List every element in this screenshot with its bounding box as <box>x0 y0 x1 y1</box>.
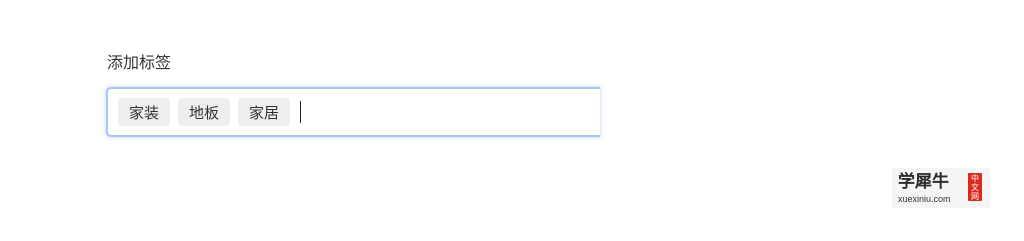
tag-chip[interactable]: 家装 <box>118 98 171 126</box>
watermark-domain: xuexiniu.com <box>898 194 951 204</box>
seal-char: 文 <box>971 182 979 192</box>
watermark-seal: 中 文 网 <box>968 173 982 201</box>
site-watermark-logo: 学犀牛 中 文 网 xuexiniu.com <box>892 168 990 208</box>
tag-chip[interactable]: 家居 <box>238 98 291 126</box>
tag-chip[interactable]: 地板 <box>178 98 231 126</box>
add-tags-label: 添加标签 <box>107 53 172 72</box>
text-cursor <box>300 101 302 123</box>
watermark-name: 学犀牛 <box>898 172 949 192</box>
seal-char: 中 <box>971 173 979 183</box>
tag-input-box[interactable]: 家装 地板 家居 <box>106 87 600 137</box>
seal-char: 网 <box>971 191 979 201</box>
